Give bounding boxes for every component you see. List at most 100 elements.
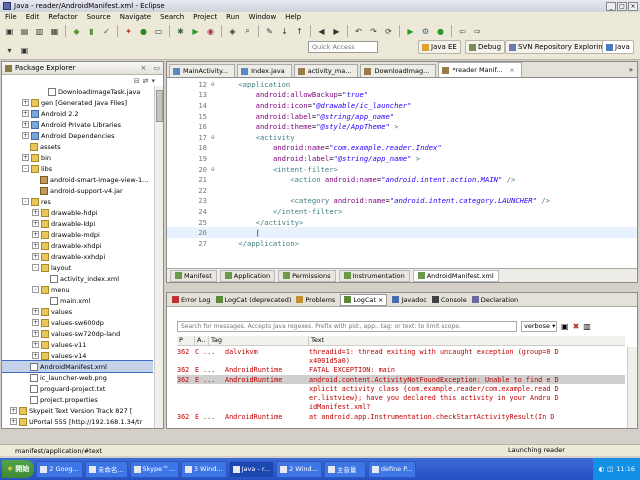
expand-icon[interactable]: +: [32, 352, 39, 359]
code-line[interactable]: 26 |: [167, 227, 637, 238]
save-log-icon[interactable]: ▣: [561, 322, 569, 331]
close-icon[interactable]: ×: [509, 67, 514, 74]
tree-item[interactable]: + values-v11: [2, 339, 153, 350]
menu-help[interactable]: Help: [285, 13, 301, 21]
menu-window[interactable]: Window: [249, 13, 277, 21]
tree-item[interactable]: + Android Private Libraries: [2, 119, 153, 130]
menu-navigate[interactable]: Navigate: [120, 13, 151, 21]
log-row[interactable]: er.listview}; have you declared this act…: [177, 393, 625, 402]
maximize-button[interactable]: □: [617, 1, 627, 11]
taskbar-item[interactable]: 未命名...: [84, 460, 128, 478]
new-icon[interactable]: ▣: [3, 25, 16, 38]
link-editor-icon[interactable]: ⇄: [143, 77, 149, 85]
open-type-icon[interactable]: ◈: [226, 25, 239, 38]
redo-icon[interactable]: ↷: [367, 25, 380, 38]
tree-item[interactable]: + drawable-mdpi: [2, 229, 153, 240]
code-line[interactable]: 18 android:name="com.example.reader.Inde…: [167, 143, 637, 154]
code-editor[interactable]: 12 ⊖ <application 13 android:allowBackup="…: [167, 79, 637, 267]
code-line[interactable]: 12 ⊖ <application: [167, 79, 637, 90]
expand-icon[interactable]: +: [32, 242, 39, 249]
avd-manager-icon[interactable]: ▮: [85, 25, 98, 38]
tree-item[interactable]: + gen [Generated Java Files]: [2, 97, 153, 108]
new-file-icon[interactable]: ▭: [152, 25, 165, 38]
new-java-class-icon[interactable]: ●: [137, 25, 150, 38]
explorer-scroll-thumb[interactable]: [156, 90, 163, 122]
expand-icon[interactable]: +: [32, 330, 39, 337]
close-icon[interactable]: ×: [378, 296, 383, 304]
logcat-filter-input[interactable]: Search for messages. Accepts Java regexe…: [177, 320, 517, 332]
code-line[interactable]: 20 ⊖ <intent-filter>: [167, 164, 637, 175]
tree-item[interactable]: + values-sw720dp-land: [2, 328, 153, 339]
log-row[interactable]: 362 E... AndroidRuntime android.content.Act…: [177, 374, 625, 385]
debug-icon[interactable]: ✱: [174, 25, 187, 38]
run-icon[interactable]: ▶: [189, 25, 202, 38]
expand-icon[interactable]: +: [22, 121, 29, 128]
nav-back-icon[interactable]: ⇦: [456, 25, 469, 38]
collapse-icon[interactable]: -: [22, 198, 29, 205]
tree-item[interactable]: + Android Dependencies: [2, 130, 153, 141]
tree-item[interactable]: + drawable-xhdpi: [2, 240, 153, 251]
new-android-project-icon[interactable]: ✦: [122, 25, 135, 38]
menu-project[interactable]: Project: [193, 13, 217, 21]
run-config-icon[interactable]: ▶: [404, 25, 417, 38]
debug-config-icon[interactable]: ⚙: [419, 25, 432, 38]
minimize-button[interactable]: _: [606, 1, 616, 11]
log-row[interactable]: idManifest.xml?: [177, 403, 625, 412]
minimize-view-icon[interactable]: ▭: [153, 64, 160, 72]
menu-run[interactable]: Run: [226, 13, 239, 21]
start-button[interactable]: ❖ 開始: [2, 460, 35, 478]
tree-item[interactable]: + values-sw600dp: [2, 317, 153, 328]
taskbar-item[interactable]: 2 Wind...: [276, 460, 322, 478]
scroll-lock-icon[interactable]: ▥: [583, 322, 591, 331]
taskbar-item[interactable]: 主音量: [323, 460, 366, 478]
code-line[interactable]: 22: [167, 185, 637, 196]
expand-icon[interactable]: +: [32, 253, 39, 260]
tree-item[interactable]: + drawable-hdpi: [2, 207, 153, 218]
tree-item[interactable]: proguard-project.txt: [2, 383, 153, 394]
log-row[interactable]: x4001d5a0): [177, 356, 625, 365]
quick-access-input[interactable]: Quick Access: [308, 41, 378, 53]
expand-icon[interactable]: +: [32, 209, 39, 216]
save-all-icon[interactable]: ▥: [33, 25, 46, 38]
perspective-debug[interactable]: Debug: [465, 40, 506, 54]
android-sdk-icon[interactable]: ◆: [70, 25, 83, 38]
manifest-tab[interactable]: Manifest: [170, 269, 217, 282]
run-last-icon[interactable]: ●: [434, 25, 447, 38]
tree-item[interactable]: + drawable-xxhdpi: [2, 251, 153, 262]
editor-tab[interactable]: MainActivity...: [169, 64, 236, 77]
taskbar-item[interactable]: Skype™...: [129, 460, 179, 478]
back-icon[interactable]: ◀: [315, 25, 328, 38]
view-tab[interactable]: Declaration: [471, 296, 518, 304]
tree-item[interactable]: activity_index.xml: [2, 273, 153, 284]
menu-search[interactable]: Search: [160, 13, 184, 21]
collapse-icon[interactable]: -: [32, 264, 39, 271]
perspective-java-ee[interactable]: Java EE: [418, 40, 461, 54]
manifest-tab[interactable]: Permissions: [278, 269, 336, 282]
view-tab[interactable]: LogCat ×: [340, 293, 388, 306]
collapse-all-icon[interactable]: ⊟: [134, 77, 140, 85]
tree-item[interactable]: - layout: [2, 262, 153, 273]
code-line[interactable]: 24 </intent-filter>: [167, 206, 637, 217]
tree-item[interactable]: assets: [2, 141, 153, 152]
expand-icon[interactable]: +: [32, 220, 39, 227]
pin-icon[interactable]: ▾: [3, 44, 16, 57]
prev-annotation-icon[interactable]: ↑: [293, 25, 306, 38]
expand-icon[interactable]: +: [10, 407, 17, 414]
save-icon[interactable]: ▤: [18, 25, 31, 38]
tree-item[interactable]: DownloadImageTask.java: [2, 86, 153, 97]
tree-item[interactable]: + drawable-ldpi: [2, 218, 153, 229]
lint-icon[interactable]: ✓: [100, 25, 113, 38]
taskbar-item[interactable]: Java - r...: [228, 460, 275, 478]
code-line[interactable]: 14 android:icon="@drawable/ic_launcher": [167, 100, 637, 111]
log-row[interactable]: 362 C... dalvikvm threadid=1: thread exitin…: [177, 347, 625, 356]
tree-item[interactable]: project.properties: [2, 394, 153, 405]
code-line[interactable]: 19 android:label="@string/app_name" >: [167, 153, 637, 164]
expand-icon[interactable]: +: [32, 341, 39, 348]
editor-tab[interactable]: activity_ma...: [293, 64, 359, 77]
perspective-java[interactable]: Java: [602, 40, 634, 54]
perspective-svn[interactable]: SVN Repository Exploring: [505, 40, 612, 54]
code-line[interactable]: 27 </application>: [167, 238, 637, 249]
explorer-scrollbar[interactable]: [154, 86, 163, 428]
logcat-scrollbar[interactable]: [627, 347, 637, 428]
close-icon[interactable]: ×: [141, 64, 147, 72]
